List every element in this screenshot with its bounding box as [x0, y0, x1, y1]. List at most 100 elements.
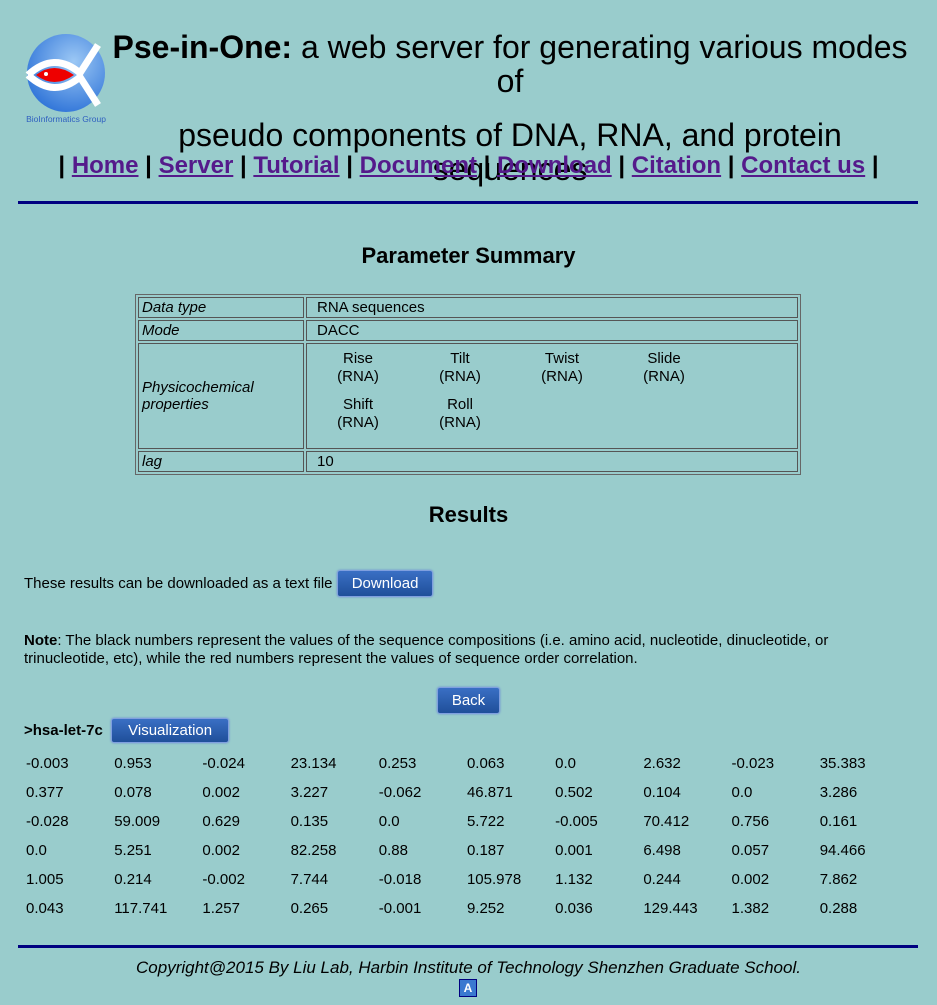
- property-name: Shift: [342, 396, 373, 413]
- result-value: 7.862: [819, 871, 858, 888]
- result-value: 5.722: [466, 813, 505, 830]
- note-text: : The black numbers represent the values…: [24, 632, 829, 667]
- result-value: 35.383: [819, 755, 866, 772]
- data-type-label: Data type: [138, 297, 304, 318]
- result-value: 46.871: [466, 784, 513, 801]
- result-value: 0.036: [555, 900, 593, 917]
- result-value: -0.062: [378, 784, 422, 801]
- result-value: -0.005: [555, 813, 598, 830]
- copyright: Copyright@2015 By Liu Lab, Harbin Instit…: [136, 958, 801, 977]
- property-type: (RNA): [643, 368, 685, 385]
- result-value: -0.023: [731, 755, 775, 772]
- accessibility-icon[interactable]: A: [459, 979, 477, 997]
- result-value: 0.002: [202, 842, 240, 859]
- sequence-name: >hsa-let-7c: [24, 722, 103, 739]
- property-name: Rise: [342, 350, 373, 367]
- result-value: 0.002: [731, 871, 770, 888]
- nav-contact-us[interactable]: Contact us: [741, 152, 865, 179]
- download-button[interactable]: Download: [336, 570, 434, 597]
- result-value: 0.0: [26, 842, 47, 859]
- result-value: 1.005: [26, 871, 64, 888]
- result-value: -0.003: [26, 755, 69, 772]
- lag-label: lag: [138, 451, 304, 472]
- result-value: 129.443: [643, 900, 698, 917]
- result-value: 0.002: [202, 784, 240, 801]
- parameter-summary-heading: Parameter Summary: [361, 243, 576, 268]
- property-name: Twist: [544, 350, 580, 367]
- result-value: 0.88: [378, 842, 408, 859]
- parameter-summary-table: Data type RNA sequences Mode DACC Physicoc…: [135, 294, 801, 475]
- results-values: -0.003 0.953 -0.024 23.134 0.253 0.063 0.0 2.63…: [26, 754, 908, 918]
- result-value: 0.502: [555, 784, 593, 801]
- property-name: Tilt: [450, 350, 470, 367]
- nav-download[interactable]: Download: [497, 152, 612, 179]
- bioinformatics-group-logo: BioInformatics Group: [24, 33, 108, 125]
- title-rest: a web server for generating various mode…: [292, 29, 908, 99]
- result-value: 23.134: [290, 755, 337, 772]
- result-value: 0.043: [26, 900, 64, 917]
- result-value: 0.377: [26, 784, 64, 801]
- nav-document[interactable]: Document: [360, 152, 477, 179]
- result-value: 0.265: [290, 900, 329, 917]
- props-label: Physicochemical properties: [138, 343, 304, 449]
- result-value: 1.257: [202, 900, 240, 917]
- result-value: 0.0: [555, 755, 576, 772]
- nav-home[interactable]: Home: [72, 152, 139, 179]
- property-type: (RNA): [337, 414, 379, 431]
- result-value: -0.024: [202, 755, 245, 772]
- result-value: 0.244: [643, 871, 681, 888]
- property-name: Slide: [647, 350, 681, 367]
- property-type: (RNA): [541, 368, 583, 385]
- result-value: 3.286: [819, 784, 858, 801]
- nav-tutorial[interactable]: Tutorial: [253, 152, 339, 179]
- props-value: Rise (RNA) Tilt (RNA) Twist (RNA) Slide (RNA) Sh…: [306, 343, 798, 449]
- property-type: (RNA): [439, 414, 481, 431]
- visualization-button[interactable]: Visualization: [111, 718, 230, 743]
- property-item: Shift (RNA): [307, 396, 409, 432]
- result-value: 5.251: [114, 842, 152, 859]
- sequence-header: >hsa-let-7c Visualization: [24, 718, 230, 743]
- result-value: 0.135: [290, 813, 329, 830]
- result-value: 3.227: [290, 784, 329, 801]
- result-value: 94.466: [819, 842, 866, 859]
- download-row: These results can be downloaded as a tex…: [24, 570, 434, 597]
- result-value: 0.253: [378, 755, 417, 772]
- back-button[interactable]: Back: [436, 687, 501, 714]
- title-bold: Pse-in-One:: [112, 29, 293, 65]
- result-value: -0.028: [26, 813, 69, 830]
- result-value: -0.018: [378, 871, 422, 888]
- result-value: 1.132: [555, 871, 593, 888]
- property-item: Slide (RNA): [613, 350, 715, 386]
- result-value: 0.001: [555, 842, 593, 859]
- result-value: 9.252: [466, 900, 505, 917]
- nav-citation[interactable]: Citation: [632, 152, 721, 179]
- divider: [18, 201, 918, 204]
- note: Note: The black numbers represent the va…: [24, 632, 914, 668]
- result-value: 0.104: [643, 784, 681, 801]
- result-value: 0.063: [466, 755, 505, 772]
- result-value: 0.953: [114, 755, 152, 772]
- property-type: (RNA): [439, 368, 481, 385]
- property-item: Twist (RNA): [511, 350, 613, 386]
- result-value: 0.629: [202, 813, 240, 830]
- result-value: 59.009: [114, 813, 161, 830]
- result-value: 6.498: [643, 842, 681, 859]
- result-value: 0.214: [114, 871, 152, 888]
- nav-server[interactable]: Server: [159, 152, 234, 179]
- result-value: 0.288: [819, 900, 858, 917]
- result-value: 0.078: [114, 784, 152, 801]
- footer-divider: [18, 945, 918, 948]
- main-nav: | Home | Server | Tutorial | Document | …: [58, 152, 879, 179]
- result-value: 0.161: [819, 813, 858, 830]
- result-value: 2.632: [643, 755, 681, 772]
- result-value: -0.001: [378, 900, 422, 917]
- result-value: -0.002: [202, 871, 245, 888]
- result-value: 0.0: [378, 813, 400, 830]
- lag-value: 10: [306, 451, 798, 472]
- result-value: 105.978: [466, 871, 522, 888]
- property-type: (RNA): [337, 368, 379, 385]
- svg-text:BioInformatics Group: BioInformatics Group: [26, 114, 106, 124]
- result-value: 0.0: [731, 784, 753, 801]
- result-value: 0.187: [466, 842, 505, 859]
- result-value: 70.412: [643, 813, 690, 830]
